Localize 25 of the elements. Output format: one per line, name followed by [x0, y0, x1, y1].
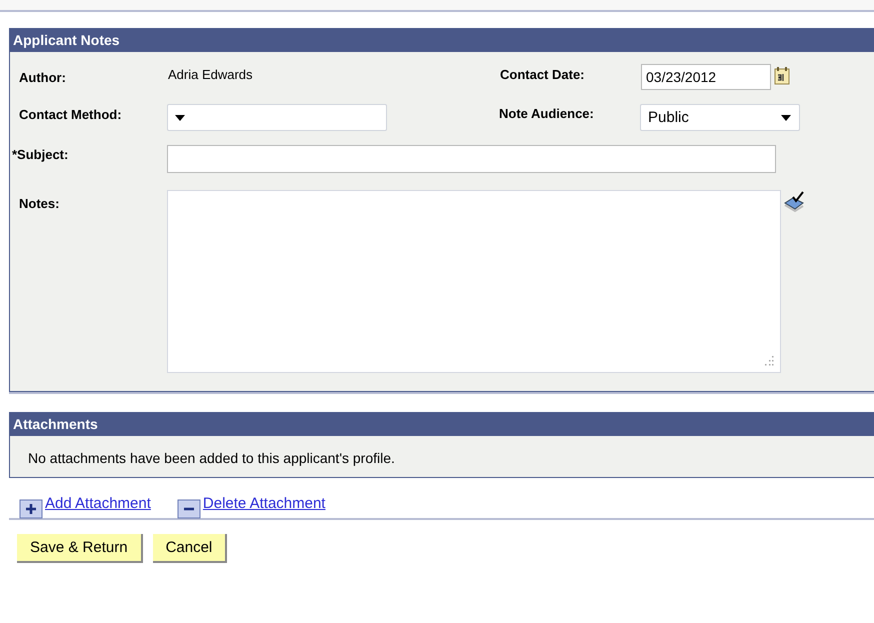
contact-method-dropdown[interactable] [167, 104, 387, 131]
date-field[interactable]: 03/23/2012 [641, 64, 771, 90]
minus-icon [176, 499, 201, 519]
caret-icon [175, 114, 185, 120]
field-label: Note Audience: [499, 105, 595, 121]
field-label: Author: [19, 69, 67, 85]
resize-grip-icon [764, 356, 774, 366]
field-label: *Subject: [12, 146, 70, 162]
add-attachment-link[interactable]: Add Attachment [45, 495, 151, 512]
plus-icon [19, 499, 43, 519]
field-label: Notes: [19, 195, 60, 211]
panel-header: Attachments [10, 413, 874, 436]
delete-attachment-link[interactable]: Delete Attachment [202, 495, 326, 512]
notes-field[interactable] [167, 190, 781, 373]
author-name: Adria Edwards [168, 67, 254, 82]
panel-header: Applicant Notes [10, 29, 874, 52]
field-label: Contact Method: [19, 106, 123, 122]
caret-icon [781, 114, 791, 120]
cancel-button[interactable]: Cancel [152, 534, 228, 563]
attachments-message: No attachments have been added to this applicant's profile. [28, 450, 396, 466]
calendar-icon[interactable] [774, 67, 790, 85]
subject-field[interactable] [167, 145, 776, 173]
note-audience-dropdown[interactable]: Public [640, 104, 800, 131]
save-button[interactable]: Save & Return [17, 534, 143, 563]
field-label: Contact Date: [500, 67, 586, 82]
